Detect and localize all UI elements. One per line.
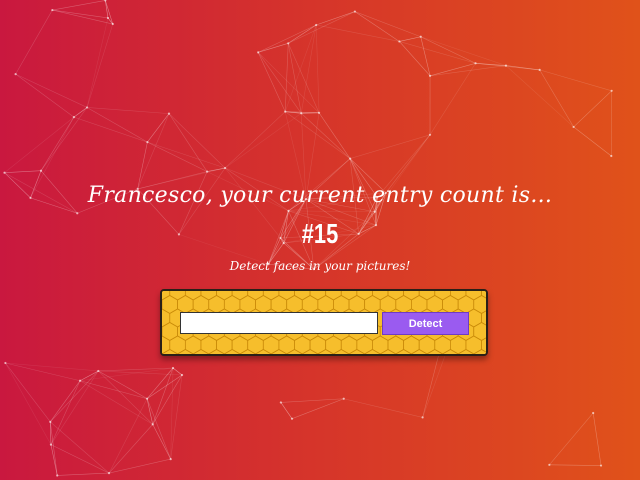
detect-button[interactable]: Detect: [382, 312, 469, 335]
entry-count-greeting: Francesco, your current entry count is..…: [87, 183, 553, 208]
tagline: Detect faces in your pictures!: [229, 259, 411, 273]
image-link-form: Detect: [160, 289, 488, 356]
entry-count-value: #15: [301, 218, 339, 249]
image-url-input[interactable]: [180, 312, 378, 334]
